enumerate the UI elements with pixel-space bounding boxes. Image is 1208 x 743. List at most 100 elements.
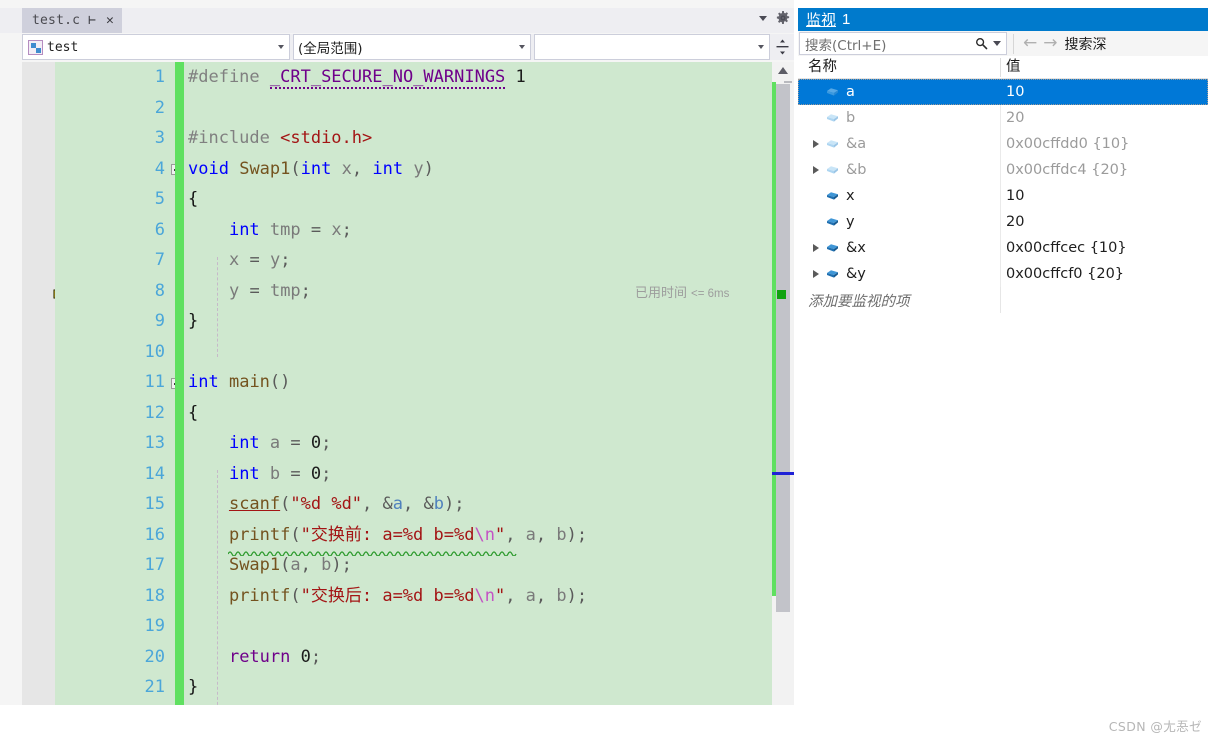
watch-row-list[interactable]: a 10 b 20 &a 0x00cffdd0 {10} &b 0x00cffd… [798,79,1208,328]
scroll-up-icon[interactable] [772,62,794,79]
project-icon [28,39,43,55]
line-number: 1 [154,67,165,87]
line-number: 21 [144,677,165,697]
code-line-1: #define _CRT_SECURE_NO_WARNINGS 1 [188,67,526,89]
line-number: 5 [154,189,165,209]
table-row[interactable]: &a 0x00cffdd0 {10} [798,131,1208,157]
line-number: 8 [154,280,165,301]
code-line-14: int b = 0; [228,463,332,484]
column-header-value[interactable]: 值 [1006,56,1021,79]
variable-value[interactable]: 0x00cffdd0 {10} [1006,136,1129,152]
scrollbar-tick [784,81,792,83]
variable-icon [824,191,841,202]
watch-toolbar: 搜索(Ctrl+E) ← → 搜索深 [798,31,1208,56]
pin-icon[interactable]: ⊣ [86,13,98,28]
elapsed-time-annotation: 已用时间 <= 6ms [635,284,729,304]
variable-value[interactable]: 10 [1006,84,1024,100]
code-editor[interactable]: 1 2 3 4 5 6 7 8 9 10 11 12 13 14 15 16 17 18 19 20 21 [22,62,794,705]
table-row[interactable]: &b 0x00cffdc4 {20} [798,157,1208,183]
tab-list: test.c ⊣ ✕ [22,8,122,33]
tab-strip-tools [759,11,790,25]
elapsed-time-value: <= 6ms [691,288,730,300]
table-row[interactable]: x 10 [798,183,1208,209]
variable-icon [824,139,841,150]
code-line-12: { [188,402,199,423]
search-input[interactable]: 搜索(Ctrl+E) [805,34,975,54]
scrollbar-caret-marker [772,472,794,475]
symbol-dropdown[interactable] [534,34,770,60]
arrow-left-icon[interactable]: ← [1020,35,1040,52]
code-surface[interactable]: 1 2 3 4 5 6 7 8 9 10 11 12 13 14 15 16 17 18 19 20 21 [55,62,794,705]
table-row[interactable]: &y 0x00cffcf0 {20} [798,261,1208,287]
code-line-21: } [188,677,199,697]
search-depth-label[interactable]: 搜索深 [1065,34,1107,54]
line-number: 17 [144,555,165,575]
line-number: 19 [144,616,165,636]
line-number: 2 [154,97,165,118]
line-number-gutter: 1 2 3 4 5 6 7 8 9 10 11 12 13 14 15 16 17 18 19 20 21 [55,62,173,705]
add-watch-item-row[interactable]: 添加要监视的项 [798,287,1208,313]
scope-dropdown-value: test [47,39,79,55]
member-dropdown[interactable]: (全局范围) [293,34,531,60]
search-icon[interactable] [975,37,988,50]
line-number: 7 [154,250,165,270]
chevron-down-icon[interactable] [759,15,767,21]
variable-value[interactable]: 10 [1006,188,1024,204]
elapsed-time-label: 已用时间 [635,286,688,301]
expander-icon[interactable] [808,244,824,252]
gear-icon[interactable] [776,11,790,25]
change-bar [175,62,184,705]
line-number: 16 [144,524,165,545]
line-number: 11 [144,372,165,392]
variable-value[interactable]: 20 [1006,110,1024,126]
variable-value[interactable]: 20 [1006,214,1024,230]
editor-vertical-scrollbar[interactable] [772,62,794,705]
variable-value[interactable]: 0x00cffcec {10} [1006,240,1127,256]
watch-title-bar[interactable]: 监视 1 [798,8,1208,31]
editor-pane: test.c ⊣ ✕ test (全局范围) 1 2 3 4 5 6 7 8 9… [0,0,794,705]
column-header-name[interactable]: 名称 [808,56,837,79]
scrollbar-bookmark-marker[interactable] [777,290,786,299]
document-tab-test-c[interactable]: test.c ⊣ ✕ [22,8,122,33]
variable-value[interactable]: 0x00cffdc4 {20} [1006,162,1128,178]
variable-name: y [846,214,855,230]
chevron-down-icon [278,45,284,49]
variable-icon [824,113,841,124]
variable-name: a [846,84,855,100]
line-number: 3 [154,128,165,148]
table-row[interactable]: b 20 [798,105,1208,131]
expander-icon[interactable] [808,140,824,148]
chevron-down-icon[interactable] [993,41,1001,46]
table-row[interactable]: &x 0x00cffcec {10} [798,235,1208,261]
chevron-down-icon [758,45,764,49]
table-row[interactable]: y 20 [798,209,1208,235]
code-line-9: } [188,311,199,331]
split-window-icon[interactable] [772,34,792,60]
indicator-margin[interactable] [22,62,55,705]
code-line-18: printf("交换后: a=%d b=%d\n", a, b); [228,585,588,606]
variable-name: &a [846,136,867,152]
line-number: 20 [144,646,165,667]
variable-value[interactable]: 0x00cffcf0 {20} [1006,266,1124,282]
code-line-17: Swap1(a, b); [228,555,352,575]
column-divider [1000,287,1001,313]
expander-icon[interactable] [808,270,824,278]
variable-name: b [846,110,856,126]
table-row[interactable]: a 10 [798,79,1208,105]
code-line-16: printf("交换前: a=%d b=%d\n", a, b); [228,524,588,545]
code-text[interactable]: #define _CRT_SECURE_NO_WARNINGS 1 #inclu… [188,62,794,705]
variable-name: &b [846,162,867,178]
app-window: test.c ⊣ ✕ test (全局范围) 1 2 3 4 5 6 7 8 9… [0,0,1208,743]
toolbar-separator [1013,33,1014,54]
line-number: 6 [154,219,165,240]
arrow-right-icon[interactable]: → [1040,35,1060,52]
expander-icon[interactable] [808,166,824,174]
member-dropdown-value: (全局范围) [298,41,363,57]
column-divider[interactable] [1000,58,1001,77]
scope-dropdown[interactable]: test [22,34,290,60]
close-icon[interactable]: ✕ [104,14,116,27]
code-line-4: void Swap1(int x, int y) [188,158,434,179]
watch-search-box[interactable]: 搜索(Ctrl+E) [799,32,1007,55]
code-line-8: y = tmp; [228,280,311,301]
scrollbar-thumb[interactable] [776,84,790,612]
